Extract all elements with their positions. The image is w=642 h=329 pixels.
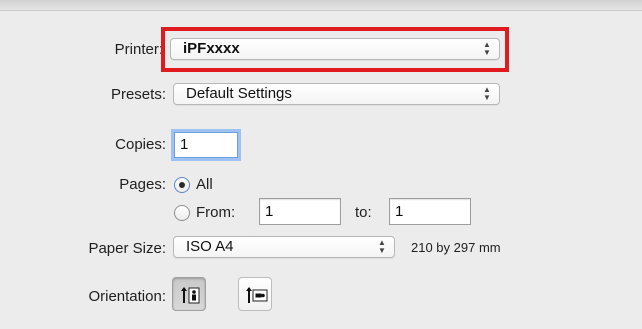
paper-size-dimensions: 210 by 297 mm — [411, 240, 501, 255]
presets-value: Default Settings — [186, 85, 292, 102]
paper-size-value: ISO A4 — [186, 238, 234, 255]
copies-input[interactable]: 1 — [174, 132, 238, 158]
top-border — [0, 0, 642, 11]
paper-size-label: Paper Size: — [88, 240, 166, 257]
radio-selected-dot — [179, 182, 185, 188]
pages-to-input[interactable]: 1 — [389, 198, 471, 225]
pages-label: Pages: — [119, 176, 166, 193]
orientation-label: Orientation: — [88, 288, 166, 305]
pages-from-label: From: — [196, 204, 236, 221]
copies-label: Copies: — [115, 136, 166, 153]
pages-from-radio[interactable] — [174, 205, 190, 221]
presets-popup[interactable]: Default Settings ▲ ▼ — [173, 83, 500, 105]
landscape-orientation-icon — [246, 287, 268, 303]
print-dialog-panel: Printer: iPFxxxx ▲ ▼ Presets: Default Set… — [0, 0, 642, 329]
pages-all-label: All — [196, 176, 213, 193]
popup-arrows-icon: ▲ ▼ — [483, 85, 491, 102]
printer-label: Printer: — [114, 41, 163, 58]
popup-arrows-icon: ▲ ▼ — [378, 238, 386, 255]
pages-to-label: to: — [355, 204, 372, 221]
printer-highlight-box — [161, 27, 509, 72]
presets-label: Presets: — [110, 86, 166, 103]
portrait-orientation-button[interactable] — [172, 277, 206, 311]
paper-size-popup[interactable]: ISO A4 ▲ ▼ — [173, 236, 395, 258]
portrait-orientation-icon — [181, 287, 200, 304]
pages-all-radio[interactable] — [174, 177, 190, 193]
landscape-orientation-button[interactable] — [238, 277, 272, 311]
pages-from-input[interactable]: 1 — [259, 198, 341, 225]
